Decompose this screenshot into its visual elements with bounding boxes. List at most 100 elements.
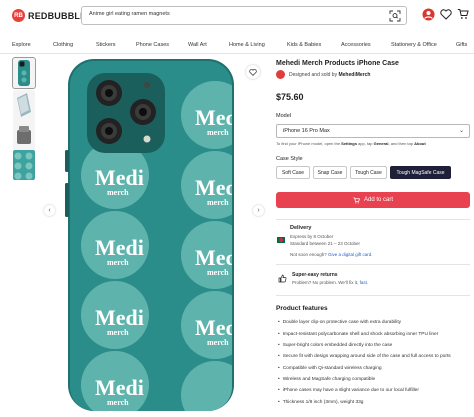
model-hint-settings: Settings <box>341 141 357 146</box>
case-style-tough[interactable]: Tough Case <box>350 166 387 179</box>
returns-text-prefix: Problem? No problem. We'll fix it, <box>292 280 360 285</box>
model-hint-mid2: , and then tap <box>388 141 415 146</box>
not-soon-prefix: Not soon enough? <box>290 252 329 257</box>
nav-item-accessories[interactable]: Accessories <box>341 42 371 48</box>
case-logo-subtext: merch <box>207 338 229 347</box>
nav-divider <box>0 53 474 54</box>
model-select[interactable]: iPhone 16 Pro Max ⌄ <box>276 124 470 138</box>
nav-item-clothing[interactable]: Clothing <box>53 42 73 48</box>
designer-text: Designed and sold by MehediMerch <box>289 72 370 78</box>
chevron-down-icon: ⌄ <box>458 128 464 134</box>
returns-text: Problem? No problem. We'll fix it, fast. <box>292 280 368 285</box>
feature-item: Impact-resistant polycarbonate shell and… <box>278 332 439 337</box>
nav-item-wall-art[interactable]: Wall Art <box>188 42 207 48</box>
returns-fast-link[interactable]: fast. <box>360 280 369 285</box>
case-style-label: Case Style <box>276 156 303 162</box>
category-nav: Explore Clothing Stickers Phone Cases Wa… <box>0 40 474 54</box>
case-style-soft[interactable]: Soft Case <box>276 166 310 179</box>
returns-title: Super-easy returns <box>292 272 338 278</box>
add-to-cart-label: Add to cart <box>363 197 393 203</box>
feature-item: Secure fit with design wrapping around s… <box>278 354 451 359</box>
thumbnail-case-back[interactable] <box>12 57 36 89</box>
feature-item: Compatible with Qi-standard wireless cha… <box>278 366 382 371</box>
case-logo-text: Medi <box>95 305 144 330</box>
account-avatar-icon <box>422 8 434 20</box>
delivery-not-soon: Not soon enough? Give a digital gift car… <box>290 252 373 257</box>
product-price: $75.60 <box>276 92 304 102</box>
case-logo-text: Medi <box>95 165 144 190</box>
model-hint-mid1: app, tap <box>356 141 374 146</box>
nav-item-explore[interactable]: Explore <box>12 42 31 48</box>
add-to-cart-button[interactable]: Add to cart <box>276 192 470 208</box>
shopping-cart-icon <box>457 9 469 19</box>
model-label: Model <box>276 113 291 119</box>
case-logo-text: Medi <box>195 105 244 130</box>
model-hint: To find your iPhone model, open the Sett… <box>276 141 426 146</box>
prev-image-button[interactable]: ‹ <box>44 205 55 216</box>
country-flag-icon <box>277 237 285 243</box>
feature-item: Super-bright colors embedded directly in… <box>278 343 393 348</box>
feature-item: Double layer clip-on protective case wit… <box>278 320 401 325</box>
case-logo-subtext: merch <box>107 188 129 197</box>
product-main-image: Medi merch Medi merch Medi merch Medi me… <box>45 55 267 412</box>
delivery-divider-bottom <box>276 264 470 265</box>
case-logo-subtext: merch <box>207 128 229 137</box>
delivery-divider-top <box>276 219 470 220</box>
nav-item-kids-babies[interactable]: Kids & Babies <box>287 42 321 48</box>
case-side-thumbnail-image <box>13 120 35 150</box>
phone-case-image: Medi merch Medi merch Medi merch Medi me… <box>65 59 244 411</box>
case-logo-text: Medi <box>195 175 244 200</box>
designer-prefix: Designed and sold by <box>289 71 339 78</box>
redbubble-logo[interactable]: RB REDBUBBLE <box>12 9 86 22</box>
nav-item-gifts[interactable]: Gifts <box>456 42 467 48</box>
account-icon[interactable] <box>421 7 435 21</box>
case-style-snap[interactable]: Snap Case <box>313 166 347 179</box>
cart-icon <box>353 196 360 203</box>
pattern-thumbnail-image <box>13 150 35 180</box>
header: RB REDBUBBLE Anime girl eating ramen mag… <box>0 0 474 32</box>
nav-item-stationery-office[interactable]: Stationery & Office <box>391 42 437 48</box>
case-logo-subtext: merch <box>107 328 129 337</box>
nav-item-stickers[interactable]: Stickers <box>96 42 116 48</box>
heart-icon <box>440 8 452 20</box>
chevron-right-icon: › <box>257 207 260 214</box>
returns-divider <box>276 295 470 296</box>
thumbnail-case-side[interactable] <box>13 120 35 150</box>
case-back-thumbnail-image <box>13 58 35 88</box>
next-image-button[interactable]: › <box>253 205 264 216</box>
model-hint-general: General <box>373 141 389 146</box>
designer-link[interactable]: MehediMerch <box>338 72 370 78</box>
thumbnail-pattern[interactable] <box>13 150 35 180</box>
gift-card-link[interactable]: Give a digital gift card. <box>328 252 373 257</box>
thumbnail-case-angle[interactable] <box>13 90 35 120</box>
search-input-value: Anime girl eating ramen magnets <box>89 11 170 17</box>
designer-avatar[interactable] <box>276 70 285 79</box>
case-logo-subtext: merch <box>107 398 129 407</box>
delivery-title: Delivery <box>290 225 312 231</box>
model-hint-about: About <box>414 141 426 146</box>
case-logo-text: Medi <box>195 245 244 270</box>
case-angle-thumbnail-image <box>13 90 35 120</box>
search-input[interactable]: Anime girl eating ramen magnets <box>81 6 407 25</box>
feature-item: iPhone cases may have a slight variance … <box>278 388 419 393</box>
nav-item-phone-cases[interactable]: Phone Cases <box>136 42 169 48</box>
thumbs-up-icon <box>278 274 287 283</box>
logo-text: REDBUBBLE <box>28 10 87 21</box>
case-style-tough-magsafe[interactable]: Tough MagSafe Case <box>390 166 451 179</box>
case-logo-text: Medi <box>195 315 244 340</box>
add-favorite-button[interactable] <box>246 65 260 79</box>
model-select-value: iPhone 16 Pro Max <box>283 128 330 134</box>
model-hint-prefix: To find your iPhone model, open the <box>276 141 342 146</box>
features-title: Product features <box>276 305 328 312</box>
chevron-left-icon: ‹ <box>48 207 51 214</box>
feature-item: Wireless and MagSafe charging compatible <box>278 377 376 382</box>
favorites-icon[interactable] <box>439 7 453 21</box>
product-title: Mehedi Merch Products iPhone Case <box>276 60 399 67</box>
designer-info: Designed and sold by MehediMerch <box>276 70 370 79</box>
case-logo-subtext: merch <box>207 268 229 277</box>
logo-mark-icon: RB <box>12 9 25 22</box>
cart-icon[interactable] <box>456 7 470 21</box>
case-logo-subtext: merch <box>207 198 229 207</box>
visual-search-icon[interactable] <box>389 10 401 22</box>
nav-item-home-living[interactable]: Home & Living <box>229 42 265 48</box>
